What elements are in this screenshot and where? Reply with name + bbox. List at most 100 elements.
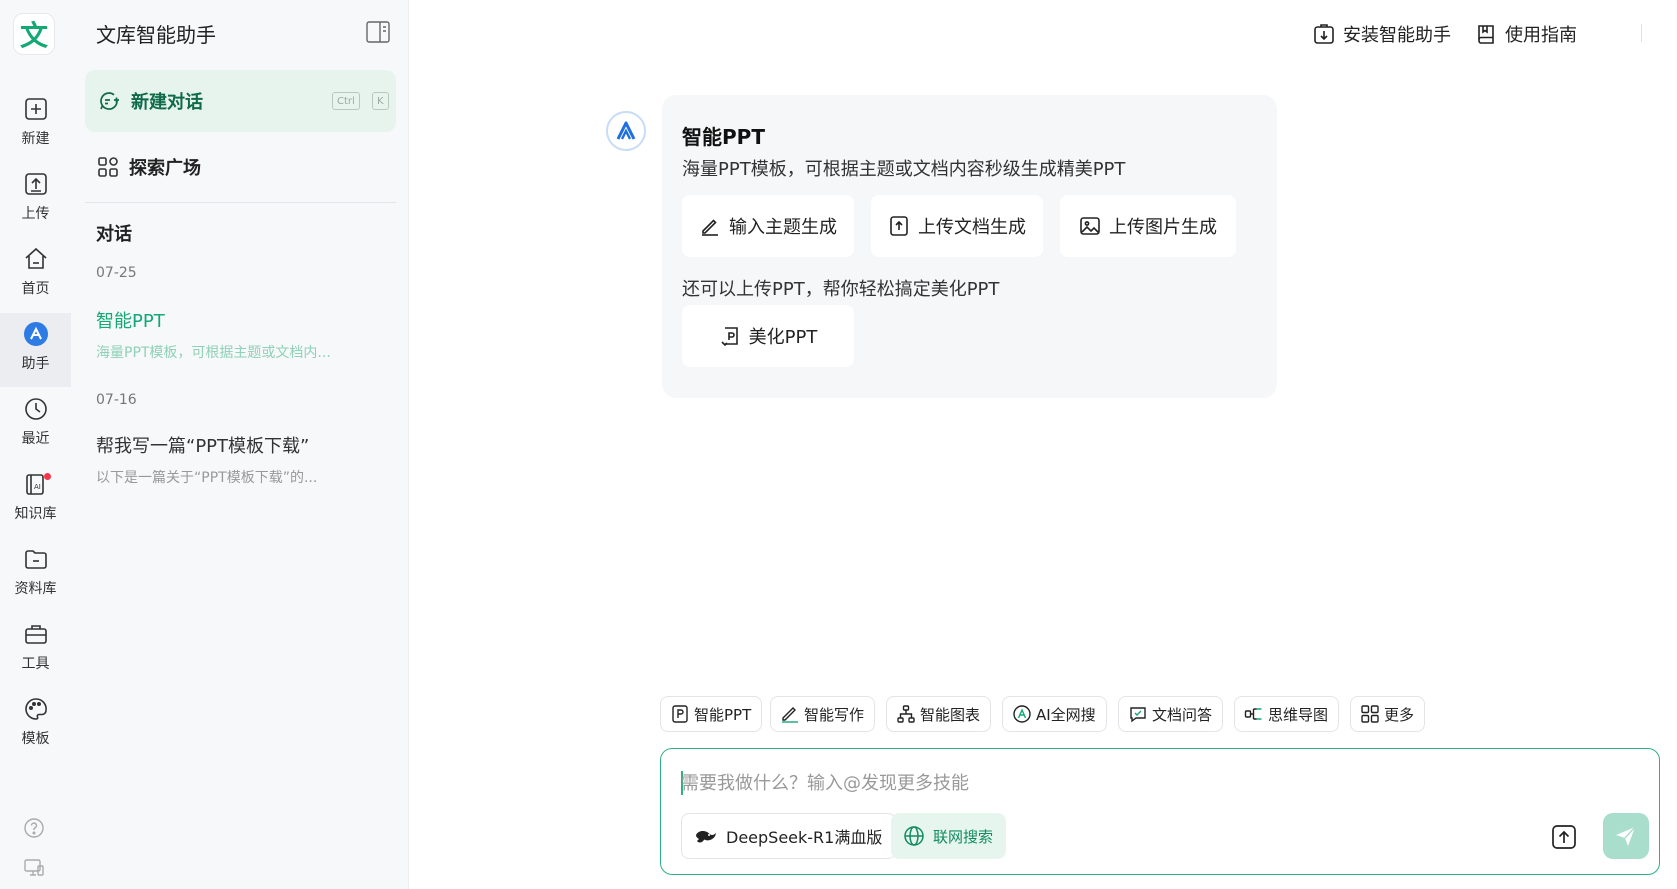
chip-label: 智能PPT: [694, 705, 752, 724]
conversation-title: 智能PPT: [96, 311, 165, 332]
image-generate-button[interactable]: 上传图片生成: [1060, 195, 1236, 257]
app-logo[interactable]: 文: [13, 13, 55, 55]
app-root: 文 新建 上传 首页 助手 最近 AI 知识库 资料库 工具 模板 文库智能助手…: [0, 0, 1677, 889]
send-icon: [1616, 826, 1636, 846]
pen-icon: [702, 219, 718, 236]
svg-text:AI: AI: [34, 483, 41, 491]
conversation-item[interactable]: 智能PPT 海量PPT模板，可根据主题或文档内...: [85, 307, 396, 369]
mind-map-icon: [1244, 708, 1262, 720]
header-divider: [1641, 24, 1642, 42]
install-assistant-button[interactable]: 安装智能助手: [1313, 20, 1451, 48]
topic-generate-button[interactable]: 输入主题生成: [682, 195, 854, 257]
date-group-label: 07-25: [96, 265, 137, 281]
beautify-ppt-button[interactable]: 美化PPT: [682, 305, 854, 367]
rail-item-tools[interactable]: 工具: [0, 613, 71, 687]
chip-label: 思维导图: [1268, 705, 1329, 724]
assistant-icon: [23, 322, 48, 346]
rail-item-upload[interactable]: 上传: [0, 163, 71, 237]
image-generate-label: 上传图片生成: [1109, 217, 1217, 238]
rail-label-new: 新建: [21, 131, 50, 147]
folder-icon: [24, 550, 47, 569]
chip-smart-chart[interactable]: 智能图表: [886, 696, 992, 732]
chip-ai-web-search[interactable]: AI全网搜: [1002, 696, 1107, 732]
home-icon: [24, 247, 47, 269]
globe-icon: [904, 826, 924, 846]
notification-dot: [44, 473, 51, 480]
toolbox-icon: [24, 625, 47, 644]
image-icon: [1080, 217, 1100, 235]
conversation-item[interactable]: 帮我写一篇“PPT模板下载” 以下是一篇关于“PPT模板下载”的...: [85, 432, 396, 494]
plus-square-icon: [24, 98, 47, 120]
device-icon[interactable]: [22, 856, 46, 880]
chip-smart-ppt[interactable]: 智能PPT: [660, 696, 763, 732]
rail-label-recent: 最近: [21, 431, 50, 447]
chart-hierarchy-icon: [897, 705, 915, 723]
install-icon: [1314, 24, 1334, 44]
rail-label-knowledge: 知识库: [14, 506, 57, 522]
conversation-snippet: 以下是一篇关于“PPT模板下载”的...: [96, 470, 318, 486]
date-group-label: 07-16: [96, 392, 137, 408]
grid-icon: [98, 157, 118, 177]
assistant-avatar: [606, 111, 646, 151]
explore-plaza-button[interactable]: 探索广场: [85, 146, 396, 188]
more-grid-icon: [1361, 705, 1379, 723]
chip-label: 更多: [1384, 705, 1415, 724]
install-assistant-label: 安装智能助手: [1343, 25, 1451, 46]
new-chat-label: 新建对话: [131, 92, 203, 113]
ai-search-icon: [1013, 705, 1031, 723]
chip-label: AI全网搜: [1036, 705, 1096, 724]
rail-label-assistant: 助手: [21, 356, 50, 372]
help-icon[interactable]: [22, 816, 46, 840]
rail-label-tools: 工具: [21, 656, 50, 672]
beautify-ppt-icon: [721, 327, 738, 347]
conversation-title: 帮我写一篇“PPT模板下载”: [96, 436, 310, 457]
rail-item-assistant[interactable]: 助手: [0, 313, 71, 387]
rail-item-home[interactable]: 首页: [0, 238, 71, 312]
user-guide-button[interactable]: 使用指南: [1475, 20, 1577, 48]
chip-label: 文档问答: [1152, 705, 1213, 724]
shortcut-ctrl: Ctrl: [332, 92, 360, 110]
web-search-label: 联网搜索: [933, 827, 994, 846]
rail-item-library[interactable]: 资料库: [0, 538, 71, 612]
sidebar-collapse-icon[interactable]: [366, 21, 390, 43]
chip-more[interactable]: 更多: [1350, 696, 1426, 732]
assistant-logo-icon: [616, 121, 636, 140]
document-generate-button[interactable]: 上传文档生成: [871, 195, 1043, 257]
new-chat-button[interactable]: 新建对话 Ctrl K: [85, 70, 396, 132]
chat-input[interactable]: [681, 769, 1581, 803]
card-title: 智能PPT: [682, 125, 765, 149]
rail-label-home: 首页: [21, 281, 50, 297]
chip-mind-map[interactable]: 思维导图: [1234, 696, 1340, 732]
writing-icon: [782, 707, 798, 723]
send-button[interactable]: [1603, 813, 1649, 859]
card-description: 海量PPT模板，可根据主题或文档内容秒级生成精美PPT: [682, 159, 1126, 180]
sidebar-divider: [85, 202, 396, 203]
model-selector-button[interactable]: DeepSeek-R1满血版: [681, 813, 897, 859]
rail-item-templates[interactable]: 模板: [0, 688, 71, 762]
document-generate-label: 上传文档生成: [918, 217, 1026, 238]
deepseek-whale-icon: [696, 831, 716, 843]
chat-input-box: DeepSeek-R1满血版 联网搜索: [660, 748, 1660, 875]
upload-doc-icon: [890, 216, 908, 236]
left-rail: 文 新建 上传 首页 助手 最近 AI 知识库 资料库 工具 模板: [0, 0, 71, 889]
shortcut-k: K: [372, 92, 389, 110]
new-chat-icon: [100, 92, 119, 110]
rail-item-knowledge[interactable]: AI 知识库: [0, 463, 71, 537]
card-description-secondary: 还可以上传PPT，帮你轻松搞定美化PPT: [682, 279, 1000, 300]
explore-label: 探索广场: [129, 158, 201, 179]
rail-item-new[interactable]: 新建: [0, 88, 71, 162]
chip-smart-writing[interactable]: 智能写作: [770, 696, 876, 732]
upload-file-icon[interactable]: [1549, 822, 1579, 852]
sidebar-title: 文库智能助手: [96, 23, 216, 47]
clock-icon: [24, 398, 47, 420]
guide-book-icon: [1478, 25, 1494, 44]
upload-icon: [24, 173, 47, 195]
conversation-snippet: 海量PPT模板，可根据主题或文档内...: [96, 345, 331, 361]
chip-document-qa[interactable]: 文档问答: [1118, 696, 1224, 732]
palette-icon: [24, 698, 47, 720]
user-guide-label: 使用指南: [1505, 25, 1577, 46]
rail-item-recent[interactable]: 最近: [0, 388, 71, 462]
ppt-icon: [672, 705, 688, 723]
beautify-ppt-label: 美化PPT: [748, 327, 818, 348]
web-search-toggle[interactable]: 联网搜索: [891, 813, 1007, 859]
